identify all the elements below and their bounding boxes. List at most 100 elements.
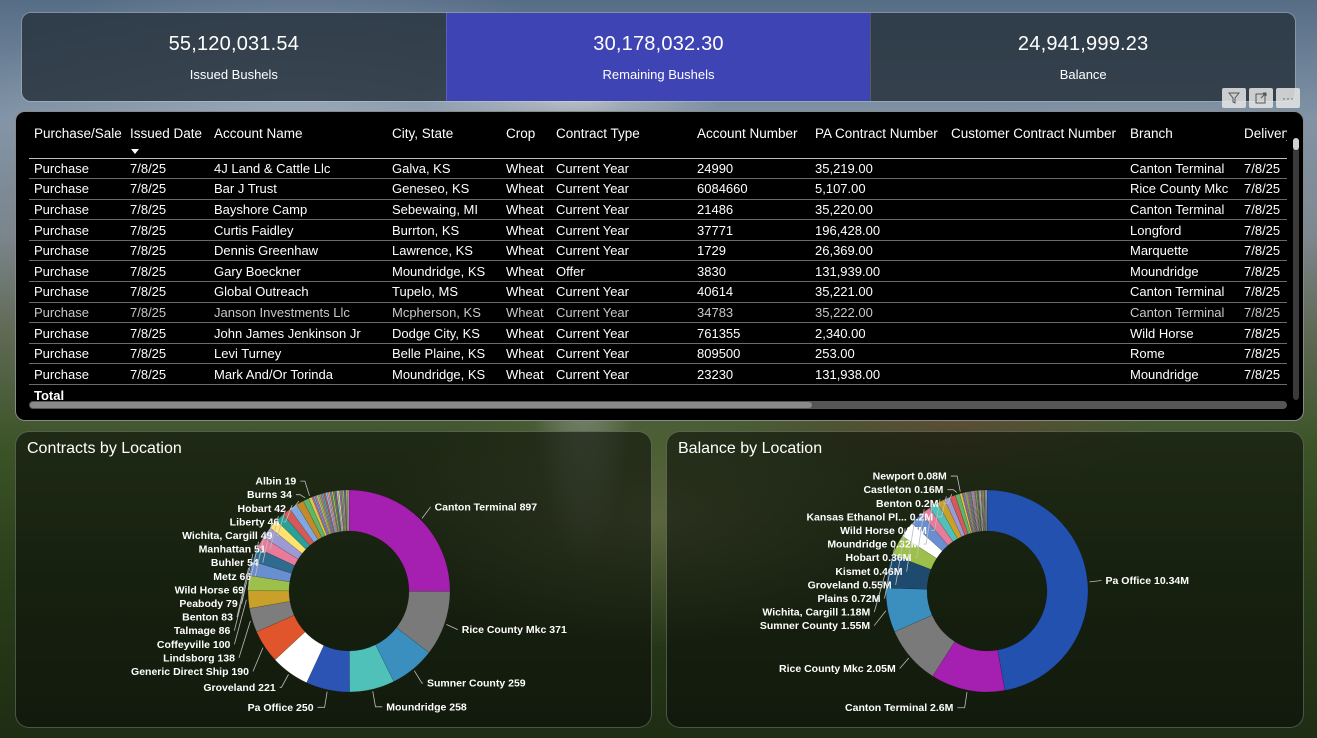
table-cell: [946, 219, 1125, 241]
table-cell: Mark And/Or Torinda: [209, 363, 387, 386]
table-cell: 5,107.00: [810, 178, 946, 200]
table-cell: 7/8/25: [125, 363, 209, 386]
focus-mode-icon[interactable]: [1249, 88, 1273, 108]
more-options-icon[interactable]: ···: [1276, 88, 1300, 108]
table-cell: 6084660: [692, 178, 810, 200]
slice-data-label: Rice County Mkc 371: [462, 624, 567, 636]
table-cell: Sebewaing, MI: [387, 199, 501, 221]
table-cell: [946, 322, 1125, 344]
column-header[interactable]: Contract Type: [551, 120, 692, 159]
leader-line: [873, 610, 887, 626]
table-cell: [387, 385, 501, 401]
table-row[interactable]: Purchase 7/8/25 Levi Turney Belle Plaine, K…: [29, 343, 1287, 365]
column-header[interactable]: City, State: [387, 120, 501, 159]
table-cell: 761355: [692, 322, 810, 344]
table-cell: [946, 240, 1125, 262]
slice-data-label: Benton 83: [182, 612, 233, 624]
table-cell: Purchase: [29, 322, 125, 344]
table-row[interactable]: Purchase 7/8/25 Bar J Trust Geneseo, KS Whea…: [29, 178, 1287, 200]
vertical-scrollbar[interactable]: [1293, 138, 1299, 400]
table-cell: Wheat: [501, 281, 551, 303]
column-header[interactable]: Account Name: [209, 120, 387, 159]
table-cell: 7/8/25: [1239, 240, 1287, 262]
donut-slice[interactable]: [986, 489, 1089, 691]
table-cell: Rome: [1125, 343, 1239, 365]
table-row[interactable]: Purchase 7/8/25 Global Outreach Tupelo, MS W…: [29, 281, 1287, 303]
table-cell: Marquette: [1125, 240, 1239, 262]
contracts-by-location-panel: Contracts by Location Canton Terminal 89…: [15, 431, 652, 728]
leader-line: [899, 657, 910, 669]
table-cell: Galva, KS: [387, 158, 501, 180]
table-cell: Moundridge: [1125, 363, 1239, 386]
slice-data-label: Hobart 42: [238, 503, 287, 515]
column-header[interactable]: Branch: [1125, 120, 1239, 159]
slice-data-label: Wichita, Cargill 49: [182, 530, 273, 542]
horizontal-scrollbar-thumb[interactable]: [30, 402, 812, 408]
column-header[interactable]: Customer Contract Number: [946, 120, 1125, 159]
table-cell: Wild Horse: [1125, 322, 1239, 344]
table-cell: [810, 385, 946, 401]
column-header[interactable]: Account Number: [692, 120, 810, 159]
leader-line: [421, 506, 431, 519]
slice-data-label: Benton 0.2M: [876, 498, 939, 510]
table-cell: 7/8/25: [125, 219, 209, 241]
table-cell: Wheat: [501, 178, 551, 200]
filter-icon[interactable]: [1222, 88, 1246, 108]
contracts-table-panel: Purchase/Sale Issued Date Account Name City…: [15, 111, 1304, 421]
table-cell: 7/8/25: [125, 343, 209, 365]
slice-data-label: Wild Horse 69: [175, 584, 245, 596]
leader-line: [300, 480, 310, 496]
kpi-label: Issued Bushels: [189, 66, 278, 82]
table-cell: 7/8/25: [1239, 219, 1287, 241]
table-cell: [125, 385, 209, 401]
table-cell: [946, 158, 1125, 180]
slice-data-label: Burns 34: [247, 489, 292, 501]
table-cell: 7/8/25: [1239, 322, 1287, 344]
table-cell: Wheat: [501, 240, 551, 262]
table-row[interactable]: Purchase 7/8/25 4J Land & Cattle Llc Galva,…: [29, 158, 1287, 180]
leader-line: [295, 494, 306, 499]
table-cell: 7/8/25: [125, 158, 209, 180]
kpi-card-issued-bushels[interactable]: 55,120,031.54 Issued Bushels: [22, 13, 446, 101]
table-row[interactable]: Purchase 7/8/25 Mark And/Or Torinda Moundri…: [29, 363, 1287, 386]
slice-data-label: Lindsborg 138: [163, 652, 235, 664]
table-row[interactable]: Purchase 7/8/25 John James Jenkinson Jr Dod…: [29, 322, 1287, 344]
column-header[interactable]: Purchase/Sale: [29, 120, 125, 159]
total-label: Total: [34, 388, 65, 401]
table-row[interactable]: Purchase 7/8/25 Bayshore Camp Sebewaing, MI…: [29, 199, 1287, 221]
vertical-scrollbar-thumb[interactable]: [1293, 138, 1299, 150]
table-cell: 7/8/25: [125, 322, 209, 344]
table-row[interactable]: Purchase 7/8/25 Gary Boeckner Moundridge, K…: [29, 260, 1287, 283]
table-cell: [692, 385, 810, 401]
table-cell: 7/8/25: [1239, 302, 1287, 324]
table-cell: 7/8/25: [1239, 281, 1287, 303]
table-cell: Wheat: [501, 219, 551, 241]
slice-data-label: Pa Office 250: [248, 702, 314, 714]
leader-line: [238, 620, 251, 659]
table-cell: [946, 343, 1125, 365]
slice-data-label: Peabody 79: [179, 598, 238, 610]
leader-line: [446, 624, 458, 631]
table-cell: 26,369.00: [810, 240, 946, 262]
table-cell: 7/8/25: [125, 199, 209, 221]
table-cell: 7/8/25: [1239, 260, 1287, 283]
table-cell: Current Year: [551, 219, 692, 241]
table-cell: Wheat: [501, 322, 551, 344]
table-body: Purchase 7/8/25 4J Land & Cattle Llc Galva,…: [29, 158, 1287, 401]
horizontal-scrollbar[interactable]: [29, 401, 1287, 409]
table-cell: Canton Terminal: [1125, 158, 1239, 180]
table-row[interactable]: Purchase 7/8/25 Dennis Greenhaw Lawrence, K…: [29, 240, 1287, 262]
column-header[interactable]: Issued Date: [125, 120, 209, 159]
table-row[interactable]: Purchase 7/8/25 Curtis Faidley Burrton, KS W…: [29, 219, 1287, 241]
table-cell: 21486: [692, 199, 810, 221]
column-header[interactable]: PA Contract Number: [810, 120, 946, 159]
kpi-card-remaining-bushels[interactable]: 30,178,032.30 Remaining Bushels: [445, 13, 871, 101]
slice-data-label: Groveland 221: [203, 682, 276, 694]
column-header[interactable]: Crop: [501, 120, 551, 159]
table-cell: [946, 260, 1125, 283]
table-cell: Wheat: [501, 302, 551, 324]
table-cell: [946, 302, 1125, 324]
column-header[interactable]: Delivery: [1239, 120, 1287, 159]
table-cell: 7/8/25: [1239, 158, 1287, 180]
table-row[interactable]: Purchase 7/8/25 Janson Investments Llc Mcph…: [29, 302, 1287, 324]
